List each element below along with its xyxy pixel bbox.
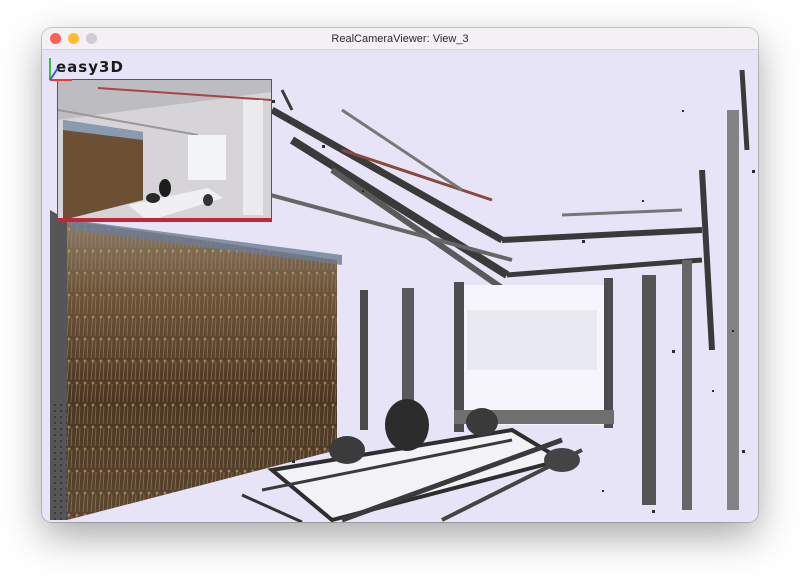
- zoom-button[interactable]: [86, 33, 97, 44]
- minimize-button[interactable]: [68, 33, 79, 44]
- window-title: RealCameraViewer: View_3: [331, 32, 469, 45]
- close-button[interactable]: [50, 33, 61, 44]
- camera-image-inset: [57, 79, 272, 222]
- title-bar[interactable]: RealCameraViewer: View_3: [42, 28, 758, 50]
- 3d-viewport[interactable]: easy3D: [42, 50, 758, 522]
- app-window: RealCameraViewer: View_3 easy3D: [42, 28, 758, 522]
- axis-gizmo-icon: [49, 58, 72, 81]
- window-controls: [50, 33, 97, 44]
